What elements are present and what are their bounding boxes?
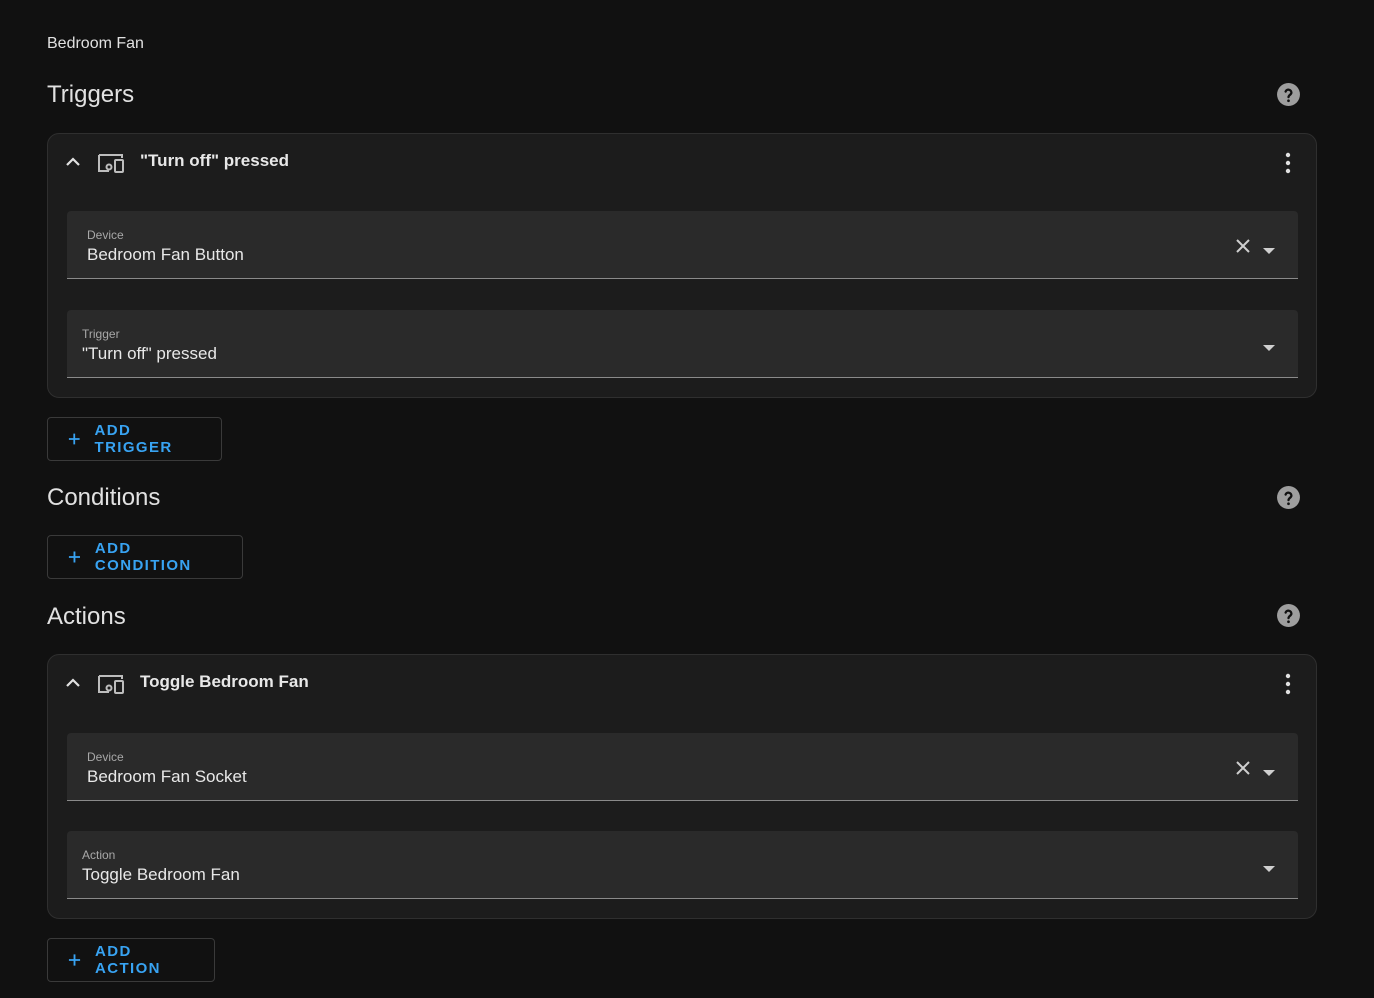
trigger-title: "Turn off" pressed [140,151,289,170]
dots-vertical-icon[interactable] [1276,672,1300,696]
action-card: Toggle Bedroom Fan Device Bedroom Fan So… [47,654,1317,919]
trigger-field-label: Trigger [82,327,120,341]
add-condition-label: ADD CONDITION [94,540,192,574]
triggers-heading: Triggers [47,81,135,108]
device-field-label: Device [87,750,124,764]
devices-icon [96,151,126,175]
menu-down-icon[interactable] [1262,339,1276,351]
action-field-value: Toggle Bedroom Fan [82,865,240,884]
trigger-device-select[interactable]: Device Bedroom Fan Button [67,211,1298,279]
add-action-label: ADD ACTION [95,943,161,977]
trigger-field-value: "Turn off" pressed [82,344,217,363]
menu-down-icon[interactable] [1262,242,1276,254]
plus-icon [68,433,80,445]
add-trigger-button[interactable]: ADD TRIGGER [47,417,222,461]
conditions-help-icon[interactable] [1276,485,1301,510]
plus-icon [68,954,81,966]
action-card-header[interactable]: Toggle Bedroom Fan [48,655,1316,713]
add-trigger-label: ADD TRIGGER [94,422,173,456]
add-action-button[interactable]: ADD ACTION [47,938,215,982]
triggers-help-icon[interactable] [1276,82,1301,107]
close-icon[interactable] [1234,759,1252,777]
automation-editor: Bedroom Fan Triggers "Turn off" pressed … [0,0,1374,998]
action-title: Toggle Bedroom Fan [140,672,309,691]
trigger-type-select[interactable]: Trigger "Turn off" pressed [67,310,1298,378]
chevron-up-icon[interactable] [63,152,83,172]
dots-vertical-icon[interactable] [1276,151,1300,175]
automation-name: Bedroom Fan [47,35,144,52]
actions-heading: Actions [47,603,126,630]
menu-down-icon[interactable] [1262,860,1276,872]
action-field-label: Action [82,848,116,862]
device-field-value: Bedroom Fan Button [87,245,244,264]
action-device-select[interactable]: Device Bedroom Fan Socket [67,733,1298,801]
close-icon[interactable] [1234,237,1252,255]
trigger-card: "Turn off" pressed Device Bedroom Fan Bu… [47,133,1317,398]
devices-icon [96,672,126,696]
plus-icon [68,551,80,563]
device-field-value: Bedroom Fan Socket [87,767,247,786]
trigger-card-header[interactable]: "Turn off" pressed [48,134,1316,192]
add-condition-button[interactable]: ADD CONDITION [47,535,243,579]
menu-down-icon[interactable] [1262,764,1276,776]
actions-help-icon[interactable] [1276,603,1301,628]
action-type-select[interactable]: Action Toggle Bedroom Fan [67,831,1298,899]
chevron-up-icon[interactable] [63,673,83,693]
conditions-heading: Conditions [47,484,161,511]
device-field-label: Device [87,228,124,242]
